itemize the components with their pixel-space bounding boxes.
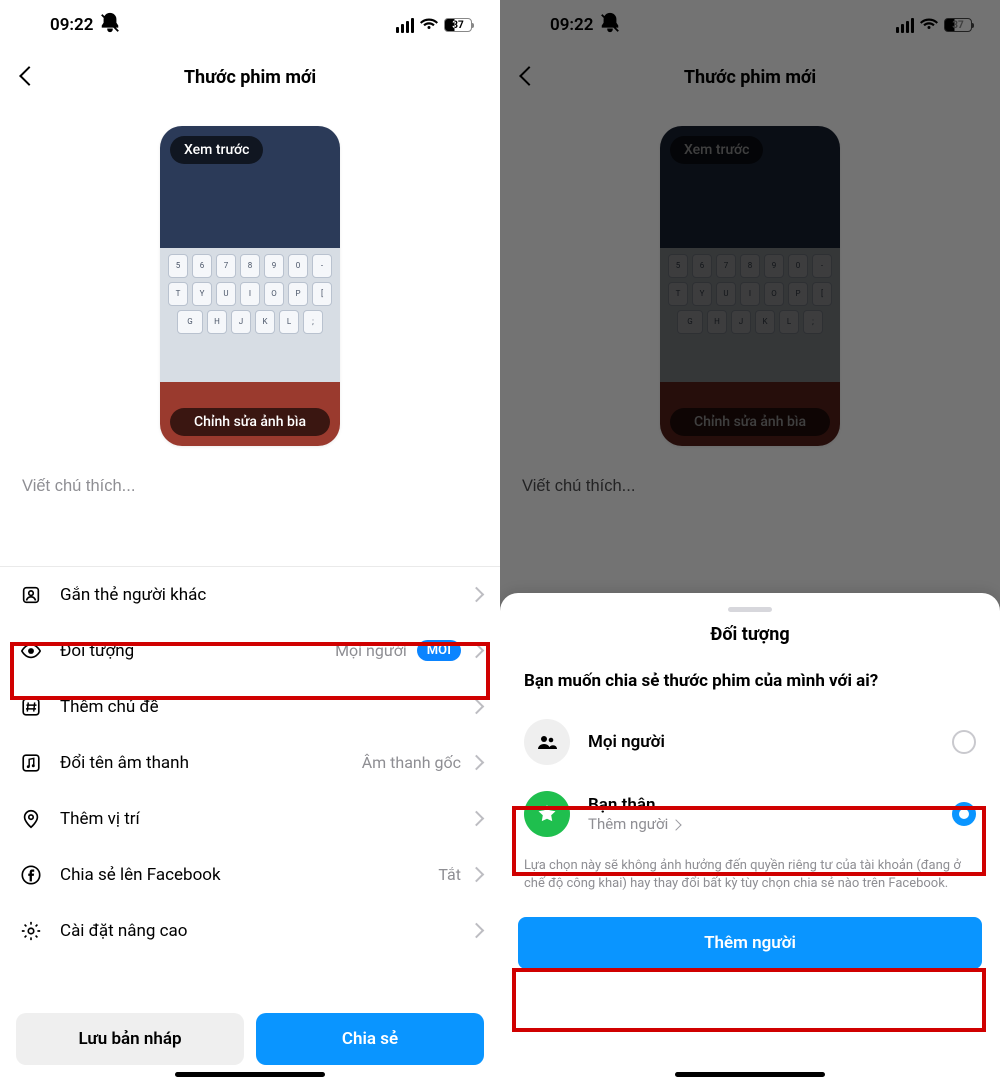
- battery-icon: 37: [444, 18, 472, 32]
- row-tag-people[interactable]: Gắn thẻ người khác: [0, 567, 500, 623]
- eye-icon: [18, 640, 44, 662]
- option-sublabel[interactable]: Thêm người: [588, 815, 934, 833]
- row-label: Chia sẻ lên Facebook: [60, 865, 422, 885]
- sheet-note: Lựa chọn này sẽ không ảnh hưởng đến quyề…: [500, 847, 1000, 893]
- silent-icon: [99, 12, 121, 38]
- status-bar: 09:22 37: [500, 0, 1000, 50]
- page-header: Thước phim mới: [500, 50, 1000, 104]
- radio-unchecked[interactable]: [952, 730, 976, 754]
- add-people-button[interactable]: Thêm người: [518, 917, 982, 969]
- status-bar: 09:22 37: [0, 0, 500, 50]
- silent-icon: [599, 12, 621, 38]
- row-label: Đổi tên âm thanh: [60, 753, 346, 773]
- row-label: Thêm vị trí: [60, 809, 455, 829]
- edit-cover-button[interactable]: Chỉnh sửa ảnh bìa: [170, 408, 330, 436]
- screen-left: 09:22 37 Thước phim mới 567890- TYUIOP[ …: [0, 0, 500, 1083]
- chevron-right-icon: [471, 585, 482, 604]
- save-draft-button[interactable]: Lưu bản nháp: [16, 1013, 244, 1065]
- home-indicator: [675, 1072, 825, 1077]
- preview-button: Xem trước: [670, 136, 763, 164]
- status-time: 09:22: [550, 15, 593, 35]
- back-button[interactable]: [14, 62, 44, 92]
- preview-button[interactable]: Xem trước: [170, 136, 263, 164]
- audience-value: Mọi người: [335, 641, 407, 660]
- chevron-right-icon: [471, 641, 482, 660]
- sheet-question: Bạn muốn chia sẻ thước phim của mình với…: [500, 671, 1000, 709]
- caption-area: [500, 446, 1000, 496]
- reel-preview[interactable]: 567890- TYUIOP[ GHJKL; Xem trước Chỉnh s…: [160, 126, 340, 446]
- audio-value: Âm thanh gốc: [362, 753, 461, 772]
- facebook-icon: [18, 864, 44, 886]
- row-label: Gắn thẻ người khác: [60, 585, 455, 605]
- chevron-right-icon: [471, 921, 482, 940]
- wifi-icon: [920, 14, 938, 36]
- battery-level: 37: [945, 19, 971, 31]
- back-button[interactable]: [514, 62, 544, 92]
- option-label: Mọi người: [588, 732, 934, 752]
- wifi-icon: [420, 14, 438, 36]
- page-title: Thước phim mới: [184, 67, 316, 88]
- status-time: 09:22: [50, 15, 93, 35]
- row-advanced[interactable]: Cài đặt nâng cao: [0, 903, 500, 959]
- caption-input[interactable]: [22, 477, 478, 496]
- page-header: Thước phim mới: [0, 50, 500, 104]
- cellular-icon: [896, 18, 914, 33]
- options-list: Gắn thẻ người khác Đối tượng Mọi người M…: [0, 567, 500, 959]
- row-topic[interactable]: Thêm chủ đề: [0, 679, 500, 735]
- row-label: Đối tượng: [60, 641, 319, 661]
- chevron-right-icon: [471, 697, 482, 716]
- chevron-right-icon: [672, 815, 680, 833]
- action-bar: Lưu bản nháp Chia sẻ: [0, 1013, 500, 1065]
- star-icon: [524, 791, 570, 837]
- sheet-handle[interactable]: [728, 607, 772, 612]
- share-button[interactable]: Chia sẻ: [256, 1013, 484, 1065]
- chevron-right-icon: [471, 865, 482, 884]
- option-close-friends[interactable]: Bạn thân Thêm người: [500, 781, 1000, 847]
- gear-icon: [18, 920, 44, 942]
- option-everyone[interactable]: Mọi người: [500, 709, 1000, 775]
- cellular-icon: [396, 18, 414, 33]
- sheet-title: Đối tượng: [500, 624, 1000, 645]
- hashtag-icon: [18, 696, 44, 718]
- row-label: Thêm chủ đề: [60, 697, 455, 717]
- edit-cover-button: Chỉnh sửa ảnh bìa: [670, 408, 830, 436]
- row-rename-audio[interactable]: Đổi tên âm thanh Âm thanh gốc: [0, 735, 500, 791]
- radio-checked[interactable]: [952, 802, 976, 826]
- location-icon: [18, 808, 44, 830]
- preview-section: 567890- TYUIOP[ GHJKL; Xem trước Chỉnh s…: [0, 104, 500, 446]
- home-indicator: [175, 1072, 325, 1077]
- share-fb-value: Tắt: [438, 865, 461, 884]
- row-location[interactable]: Thêm vị trí: [0, 791, 500, 847]
- chevron-left-icon: [22, 68, 36, 87]
- option-label: Bạn thân: [588, 795, 934, 815]
- people-icon: [524, 719, 570, 765]
- reel-preview: 567890- TYUIOP[ GHJKL; Xem trước Chỉnh s…: [660, 126, 840, 446]
- battery-icon: 37: [944, 18, 972, 32]
- audience-sheet: Đối tượng Bạn muốn chia sẻ thước phim củ…: [500, 593, 1000, 1083]
- page-title: Thước phim mới: [684, 67, 816, 88]
- battery-level: 37: [445, 19, 471, 31]
- row-audience[interactable]: Đối tượng Mọi người MỚI: [0, 623, 500, 679]
- audio-icon: [18, 752, 44, 774]
- screen-right: 09:22 37 Thước phim mới 567890- TYUIOP[ …: [500, 0, 1000, 1083]
- row-label: Cài đặt nâng cao: [60, 921, 455, 941]
- chevron-right-icon: [471, 809, 482, 828]
- row-share-facebook[interactable]: Chia sẻ lên Facebook Tắt: [0, 847, 500, 903]
- caption-input: [522, 477, 978, 496]
- chevron-left-icon: [522, 68, 536, 87]
- preview-section: 567890- TYUIOP[ GHJKL; Xem trước Chỉnh s…: [500, 104, 1000, 446]
- caption-area: [0, 446, 500, 496]
- chevron-right-icon: [471, 753, 482, 772]
- new-badge: MỚI: [417, 640, 461, 661]
- person-tag-icon: [18, 584, 44, 606]
